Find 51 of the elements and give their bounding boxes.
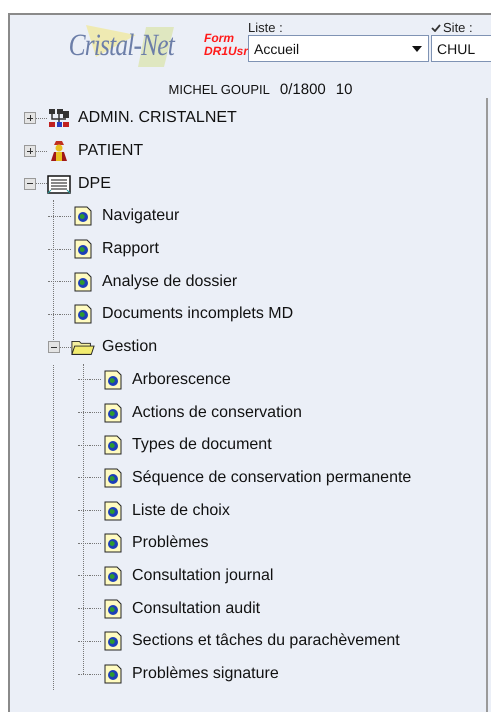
document-globe-icon	[104, 566, 122, 586]
counter: 0/1800	[280, 81, 326, 98]
document-globe-icon	[104, 533, 122, 554]
expand-button[interactable]	[24, 145, 36, 158]
document-globe-icon	[74, 239, 92, 260]
document-globe-icon	[104, 598, 122, 619]
collapse-button[interactable]	[48, 341, 60, 354]
tree-item[interactable]: PATIENT	[78, 142, 144, 160]
document-globe-icon	[104, 500, 122, 521]
site-label: Site :	[443, 20, 473, 34]
network-icon	[48, 108, 70, 128]
tree-item[interactable]: Séquence de conservation permanente	[132, 468, 412, 487]
document-globe-icon	[104, 435, 122, 456]
tree-item[interactable]: Types de document	[132, 436, 272, 454]
tree-item[interactable]: DPE	[78, 174, 111, 193]
dropdown-arrow-icon	[412, 46, 422, 52]
tree-item[interactable]: ADMIN. CRISTALNET	[78, 109, 237, 128]
document-globe-icon	[104, 631, 122, 652]
tree-item[interactable]: Rapport	[102, 240, 159, 258]
logo: Cristal-Net	[46, 21, 196, 69]
list-dropdown[interactable]: Accueil	[248, 35, 430, 62]
user-name: MICHEL GOUPIL	[168, 82, 270, 97]
list-label: Liste :	[248, 20, 283, 34]
folder-icon	[71, 338, 95, 356]
document-globe-icon	[74, 304, 92, 324]
tree-item[interactable]: Documents incomplets MD	[102, 305, 294, 324]
document-globe-icon	[104, 402, 122, 423]
document-globe-icon	[74, 206, 92, 226]
tree-item[interactable]: Problèmes	[132, 534, 208, 552]
document-globe-icon	[74, 272, 92, 292]
tree-item[interactable]: Arborescence	[132, 370, 231, 389]
expand-button[interactable]	[24, 112, 36, 124]
tree-item[interactable]: Analyse de dossier	[102, 272, 238, 291]
tree-item[interactable]: Navigateur	[102, 207, 180, 226]
collapse-button[interactable]	[24, 178, 36, 190]
person-icon	[49, 140, 69, 162]
form-label: DR1Usr	[204, 45, 248, 58]
tree-item[interactable]: Liste de choix	[132, 502, 230, 520]
form-label: Form	[204, 32, 235, 45]
binder-icon	[47, 174, 71, 194]
count: 10	[336, 81, 352, 98]
site-field[interactable]: CHUL	[431, 35, 491, 62]
tree-item[interactable]: Consultation journal	[132, 566, 274, 585]
tree-item[interactable]: Gestion	[102, 338, 158, 356]
tree-item[interactable]: Consultation audit	[132, 600, 260, 618]
tree-item[interactable]: Problèmes signature	[132, 665, 279, 684]
document-globe-icon	[104, 468, 122, 488]
document-globe-icon	[104, 664, 122, 684]
document-globe-icon	[104, 370, 122, 390]
tree-item[interactable]: Actions de conservation	[132, 404, 302, 422]
tree-item[interactable]: Sections et tâches du parachèvement	[132, 632, 400, 650]
